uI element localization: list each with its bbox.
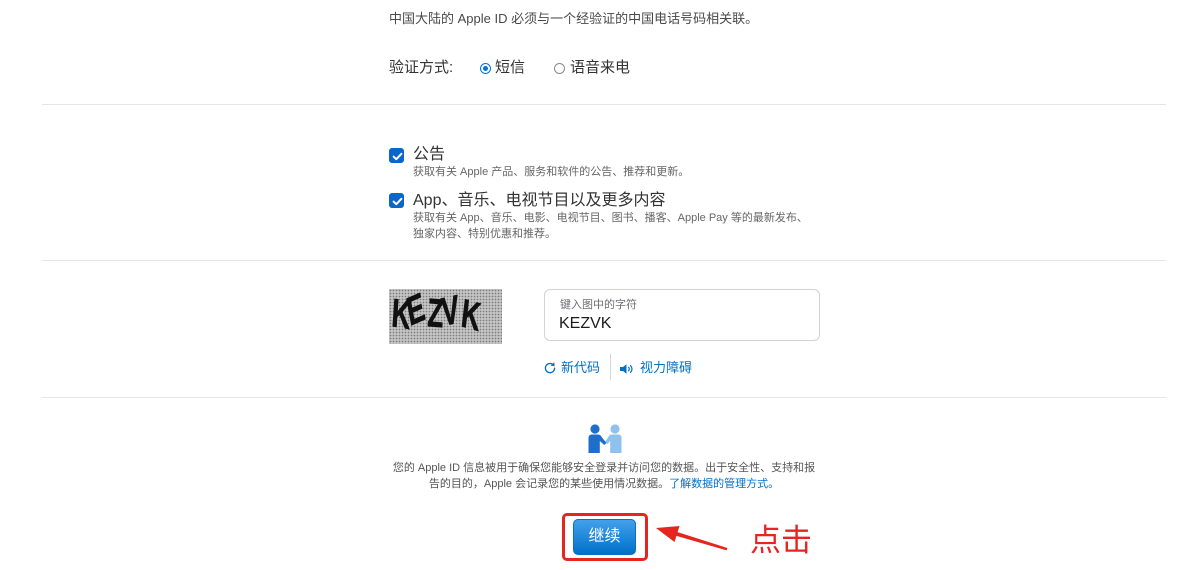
section-divider	[42, 104, 1166, 105]
data-management-link[interactable]: 了解数据的管理方式。	[669, 478, 779, 490]
apps-music-tv-description-line-1: 获取有关 App、音乐、电影、电视节目、图书、播客、Apple Pay 等的最新…	[413, 212, 808, 224]
captcha-image-text: KEZVK	[390, 289, 485, 338]
verification-method-label: 验证方式:	[389, 59, 454, 76]
phone-requirement-notice: 中国大陆的 Apple ID 必须与一个经验证的中国电话号码相关联。	[389, 11, 759, 26]
apps-music-tv-checkbox[interactable]	[389, 193, 404, 208]
checkmark-icon	[392, 152, 403, 161]
captcha-image: KEZVK	[389, 287, 502, 344]
annotation-click-label: 点击	[750, 523, 812, 558]
section-divider	[42, 397, 1166, 398]
speaker-icon[interactable]	[619, 362, 635, 374]
apple-id-signup-page: 中国大陆的 Apple ID 必须与一个经验证的中国电话号码相关联。 验证方式:…	[0, 0, 1198, 570]
radio-voice-call-label[interactable]: 语音来电	[570, 59, 630, 77]
announcements-title[interactable]: 公告	[413, 146, 445, 164]
link-separator	[610, 354, 611, 380]
announcements-description: 获取有关 Apple 产品、服务和软件的公告、推荐和更新。	[413, 166, 690, 178]
handshake-icon	[587, 424, 623, 454]
checkmark-icon	[392, 197, 403, 206]
radio-voice-call[interactable]	[554, 63, 565, 74]
new-code-link[interactable]: 新代码	[561, 359, 600, 376]
captcha-field-label: 键入图中的字符	[560, 299, 637, 311]
apps-music-tv-title[interactable]: App、音乐、电视节目以及更多内容	[413, 192, 665, 210]
privacy-notice-line-1: 您的 Apple ID 信息被用于确保您能够安全登录并访问您的数据。出于安全性、…	[392, 462, 816, 474]
section-divider	[42, 260, 1166, 261]
continue-button[interactable]: 继续	[573, 519, 636, 555]
privacy-notice-line-2: 告的目的，Apple 会记录您的某些使用情况数据。了解数据的管理方式。	[378, 476, 830, 492]
refresh-icon[interactable]	[543, 361, 557, 375]
apps-music-tv-description-line-2: 独家内容、特别优惠和推荐。	[413, 228, 556, 240]
privacy-notice: 您的 Apple ID 信息被用于确保您能够安全登录并访问您的数据。出于安全性、…	[378, 460, 830, 492]
captcha-input[interactable]	[559, 314, 799, 334]
vision-impaired-link[interactable]: 视力障碍	[640, 359, 692, 376]
announcements-checkbox[interactable]	[389, 148, 404, 163]
captcha-input-box[interactable]: 键入图中的字符	[544, 289, 820, 341]
radio-sms-label[interactable]: 短信	[495, 59, 525, 77]
radio-sms[interactable]	[480, 63, 491, 74]
privacy-notice-line-2-text: 告的目的，Apple 会记录您的某些使用情况数据。	[428, 478, 670, 490]
